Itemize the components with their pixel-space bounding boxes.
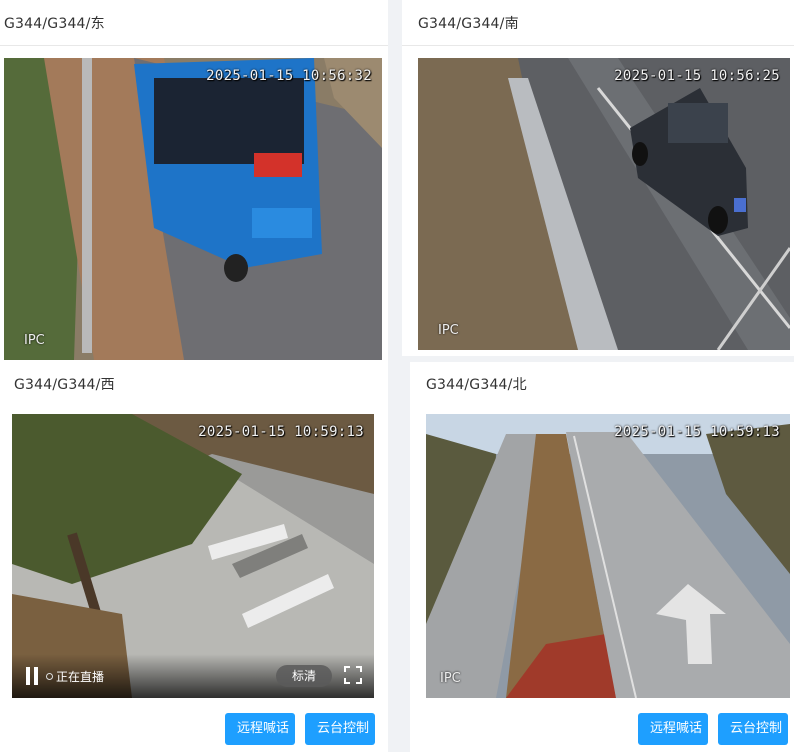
camera-panel-north: G344/G344/北 2025-01-15 10:59:13 IPC 远程喊话… — [410, 362, 794, 752]
player-controls: 正在直播 标清 — [12, 654, 374, 698]
video-feed-north[interactable]: 2025-01-15 10:59:13 IPC — [426, 414, 790, 698]
video-timestamp: 2025-01-15 10:56:32 — [206, 68, 372, 84]
video-feed-east[interactable]: 2025-01-15 10:56:32 IPC — [4, 58, 382, 360]
ptz-control-button[interactable]: 云台控制 — [718, 713, 788, 745]
video-frame — [426, 414, 790, 698]
live-status: 正在直播 — [56, 670, 105, 684]
camera-title: G344/G344/北 — [426, 377, 527, 393]
remote-talk-button[interactable]: 远程喊话 — [225, 713, 295, 745]
panel-header: G344/G344/东 — [0, 0, 388, 46]
remote-talk-button[interactable]: 远程喊话 — [638, 713, 708, 745]
camera-panel-west: G344/G344/西 2025-01-15 10:59:13 正在直播 标清 — [0, 362, 388, 752]
live-dot-icon — [46, 673, 53, 680]
pause-icon[interactable] — [26, 667, 40, 685]
video-frame — [418, 58, 790, 350]
ipc-watermark: IPC — [24, 333, 45, 348]
video-frame — [4, 58, 382, 360]
panel-header: G344/G344/西 — [0, 362, 388, 408]
ipc-watermark: IPC — [438, 323, 459, 338]
video-timestamp: 2025-01-15 10:56:25 — [614, 68, 780, 84]
video-feed-south[interactable]: 2025-01-15 10:56:25 IPC — [418, 58, 790, 350]
fullscreen-icon[interactable] — [344, 666, 362, 684]
video-timestamp: 2025-01-15 10:59:13 — [614, 424, 780, 440]
ptz-control-button[interactable]: 云台控制 — [305, 713, 375, 745]
camera-title: G344/G344/西 — [14, 377, 115, 393]
quality-selector[interactable]: 标清 — [275, 665, 332, 687]
panel-header: G344/G344/北 — [410, 362, 794, 408]
camera-title: G344/G344/东 — [4, 16, 105, 32]
video-feed-west[interactable]: 2025-01-15 10:59:13 正在直播 标清 — [12, 414, 374, 698]
panel-header: G344/G344/南 — [402, 0, 794, 46]
ipc-watermark: IPC — [440, 671, 461, 686]
camera-panel-east: G344/G344/东 2025-01-15 10:56:32 IPC — [0, 0, 388, 362]
video-timestamp: 2025-01-15 10:59:13 — [198, 424, 364, 440]
camera-panel-south: G344/G344/南 2025-01-15 10:56:25 IPC — [402, 0, 794, 356]
camera-grid: G344/G344/东 2025-01-15 10:56:32 IPC G344… — [0, 0, 794, 752]
camera-title: G344/G344/南 — [418, 16, 519, 32]
